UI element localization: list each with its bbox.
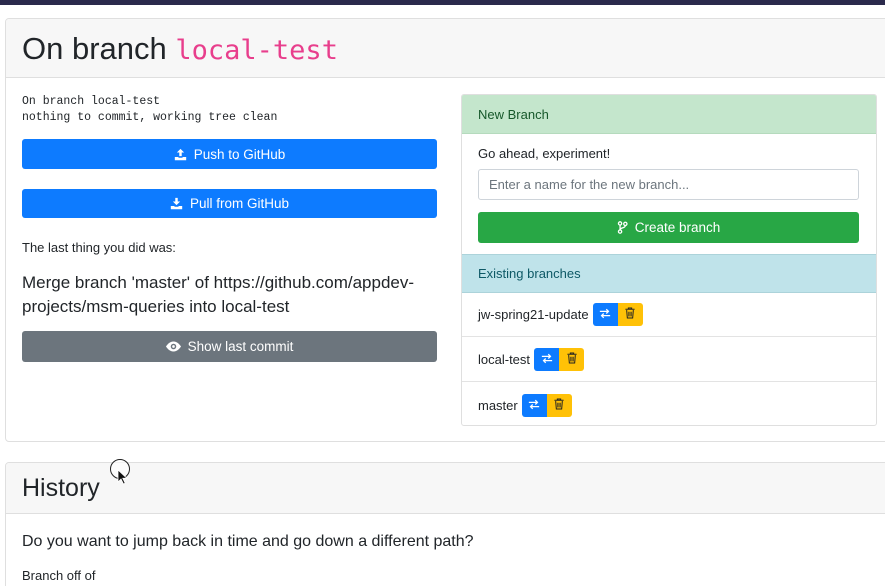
history-title: History [22, 474, 100, 502]
eye-icon [165, 341, 181, 352]
new-branch-name-input[interactable] [478, 169, 859, 200]
branch-row: local-test [462, 338, 876, 382]
branch-name: jw-spring21-update [478, 307, 589, 322]
page-title: On branch local-test [22, 31, 885, 69]
last-action-label: The last thing you did was: [22, 240, 176, 255]
new-branch-header: New Branch [462, 95, 876, 134]
git-status-line-1: On branch local-test [22, 95, 161, 108]
delete-branch-button[interactable] [559, 348, 585, 371]
show-last-commit-button[interactable]: Show last commit [22, 331, 437, 362]
branch-row: jw-spring21-update [462, 293, 876, 337]
branch-name: master [478, 397, 518, 413]
pull-from-github-button[interactable]: Pull from GitHub [22, 189, 437, 218]
exchange-icon [541, 352, 553, 367]
trash-icon [554, 398, 564, 413]
download-icon [170, 197, 183, 210]
checkout-branch-button[interactable] [592, 303, 618, 326]
code-branch-icon [617, 221, 628, 234]
existing-branches-header: Existing branches [462, 254, 876, 293]
push-to-github-button[interactable]: Push to GitHub [22, 139, 437, 169]
branch-name: local-test [478, 352, 531, 367]
mouse-pointer-icon [117, 469, 129, 490]
new-branch-prompt: Go ahead, experiment! [478, 146, 611, 161]
history-card: History Do you want to jump back in time… [5, 462, 885, 586]
current-branch-name: local-test [175, 35, 338, 66]
trash-icon [625, 307, 635, 322]
create-branch-label: Create branch [634, 220, 721, 235]
push-to-github-label: Push to GitHub [193, 146, 286, 162]
branch-row: master [462, 383, 876, 425]
page-title-prefix: On branch [22, 31, 167, 66]
trash-icon [566, 352, 577, 367]
git-status-output: On branch local-test nothing to commit, … [22, 94, 277, 126]
last-commit-message: Merge branch 'master' of https://github.… [22, 273, 415, 316]
delete-branch-button[interactable] [617, 303, 643, 326]
branch-card-header: On branch local-test [6, 19, 885, 78]
show-last-commit-label: Show last commit [187, 339, 294, 354]
branch-card: On branch local-test On branch local-tes… [5, 18, 885, 442]
history-question: Do you want to jump back in time and go … [22, 533, 474, 550]
exchange-icon [528, 398, 540, 413]
pull-from-github-label: Pull from GitHub [189, 196, 290, 211]
upload-icon [174, 148, 187, 161]
exchange-icon [599, 307, 611, 322]
top-bar [0, 0, 885, 5]
branches-panel: New Branch Go ahead, experiment! Create … [461, 94, 877, 426]
branch-off-label: Branch off of [22, 568, 96, 583]
create-branch-button[interactable]: Create branch [478, 212, 859, 243]
checkout-branch-button[interactable] [534, 348, 560, 371]
history-card-header: History [6, 463, 885, 514]
checkout-branch-button[interactable] [521, 393, 547, 417]
delete-branch-button[interactable] [546, 393, 572, 417]
git-status-line-2: nothing to commit, working tree clean [22, 111, 278, 124]
